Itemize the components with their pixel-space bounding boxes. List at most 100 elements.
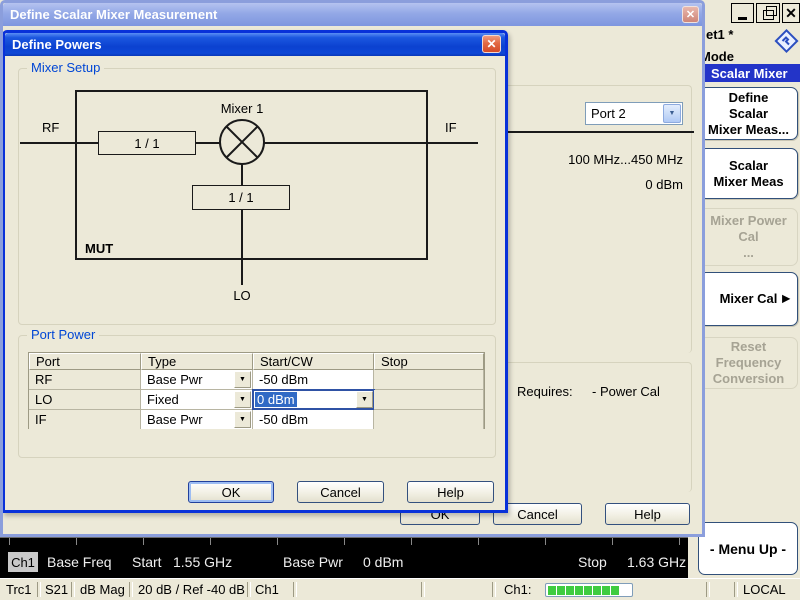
progress-segment <box>611 586 619 595</box>
separator <box>492 582 496 597</box>
close-icon: ✕ <box>785 6 797 20</box>
start-cw-field-if[interactable]: -50 dBm <box>253 410 374 429</box>
group-label: Port Power <box>27 328 99 342</box>
column-header-start-cw: Start/CW <box>253 353 374 370</box>
port-select-combobox[interactable]: Port 2 ▼ <box>585 102 683 125</box>
softkey-mixer-cal[interactable]: Mixer Cal ▶ <box>699 272 798 326</box>
base-pwr-label: Base Pwr <box>283 552 343 572</box>
minimize-button[interactable] <box>731 3 754 23</box>
close-window-button[interactable]: ✕ <box>682 6 699 23</box>
port-cell: IF <box>29 410 141 429</box>
table-row: IF Base Pwr ▼ -50 dBm <box>29 410 484 429</box>
softkey-label: Cal <box>738 229 758 245</box>
ok-button[interactable]: OK <box>188 481 274 503</box>
type-dropdown-if[interactable]: Base Pwr ▼ <box>141 410 253 429</box>
sweep-channel-label: Ch1: <box>504 582 531 598</box>
progress-segment <box>575 586 583 595</box>
chevron-down-icon[interactable]: ▼ <box>234 391 251 408</box>
start-label: Start <box>132 552 162 572</box>
separator <box>421 582 425 597</box>
s-parameter: S21 <box>45 582 68 598</box>
instrument-screen: ✕ et1 * Mode Scalar Mixer Define Scalar … <box>0 0 800 600</box>
softkey-label: Define <box>729 90 769 106</box>
dialog-titlebar: Define Powers ✕ <box>5 33 505 56</box>
progress-segment <box>593 586 601 595</box>
close-dialog-button[interactable]: ✕ <box>482 35 501 53</box>
close-icon: ✕ <box>686 8 695 21</box>
mixer-symbol-icon <box>218 118 266 166</box>
window-titlebar: Define Scalar Mixer Measurement <box>3 3 702 26</box>
if-port-label: IF <box>445 120 457 135</box>
mixer-name-label: Mixer 1 <box>198 101 286 116</box>
progress-segment <box>557 586 565 595</box>
port-power-table: Port Type Start/CW Stop RF Base Pwr ▼ -5… <box>28 352 485 429</box>
trace-status-bar: Trc1 S21 dB Mag 20 dB / Ref -40 dB Ch1 C… <box>0 578 800 600</box>
separator <box>37 582 41 597</box>
requires-value: - Power Cal <box>592 384 660 399</box>
softkey-label: Reset <box>731 339 766 355</box>
lo-signal-line <box>241 164 243 285</box>
menu-up-button[interactable]: - Menu Up - <box>698 522 798 575</box>
lo-port-label: LO <box>222 288 262 303</box>
dialog-title: Define Powers <box>12 37 102 52</box>
softkey-label: Mixer Meas <box>713 174 783 190</box>
channel-chip: Ch1 <box>8 552 38 572</box>
softkey-label: Mixer Cal <box>720 291 778 307</box>
requires-label: Requires: <box>517 384 573 399</box>
sweep-progress-track <box>545 583 633 597</box>
cancel-button[interactable]: Cancel <box>297 481 384 503</box>
softkey-label: Conversion <box>713 371 785 387</box>
mode-value: Scalar Mixer <box>711 66 788 81</box>
type-dropdown-lo[interactable]: Fixed ▼ <box>141 390 253 410</box>
softkey-label: Mixer Power <box>710 213 787 229</box>
trace-format: dB Mag <box>80 582 125 598</box>
start-cw-combobox-lo[interactable]: 0 dBm ▼ <box>252 389 375 410</box>
minimize-icon <box>738 17 747 20</box>
softkey-label: Frequency <box>716 355 782 371</box>
table-row: LO Fixed ▼ 0 dBm ▼ <box>29 390 484 410</box>
column-header-stop: Stop <box>374 353 484 370</box>
softkey-define-scalar-mixer-meas[interactable]: Define Scalar Mixer Meas... <box>699 87 798 140</box>
mut-label: MUT <box>85 241 113 256</box>
rf-port-label: RF <box>42 120 59 135</box>
trace-name: Trc1 <box>6 582 32 598</box>
stop-cell <box>374 370 484 390</box>
progress-segment <box>602 586 610 595</box>
rf-frequency-ratio: 1 / 1 <box>98 131 196 155</box>
stop-cell <box>374 410 484 429</box>
axis-ticks <box>9 538 685 545</box>
chevron-down-icon[interactable]: ▼ <box>356 391 373 408</box>
port-select-value: Port 2 <box>586 106 663 121</box>
setup-tab-label: et1 * <box>706 27 733 42</box>
trace-scale: 20 dB / Ref -40 dB <box>138 582 245 598</box>
help-button[interactable]: Help <box>407 481 494 503</box>
column-header-port: Port <box>29 353 141 370</box>
softkey-scalar-mixer-meas[interactable]: Scalar Mixer Meas <box>699 148 798 199</box>
restore-button[interactable] <box>756 3 780 23</box>
start-cw-field-rf[interactable]: -50 dBm <box>253 370 374 390</box>
close-window-button[interactable]: ✕ <box>782 3 800 23</box>
softkey-label: Scalar <box>729 158 768 174</box>
help-button[interactable]: Help <box>605 503 690 525</box>
dialog-body: Mixer Setup Mixer 1 RF IF 1 / 1 1 / 1 MU… <box>5 56 505 510</box>
port-cell: RF <box>29 370 141 390</box>
chevron-down-icon[interactable]: ▼ <box>234 411 251 428</box>
arrow-right-icon: ▶ <box>782 294 790 305</box>
type-dropdown-rf[interactable]: Base Pwr ▼ <box>141 370 253 390</box>
chevron-down-icon[interactable]: ▼ <box>234 371 251 388</box>
softkey-label: Mixer Meas... <box>708 122 789 138</box>
menu-up-label: - Menu Up - <box>710 541 786 557</box>
softkey-reset-frequency-conversion: Reset Frequency Conversion <box>699 337 798 389</box>
chevron-down-icon[interactable]: ▼ <box>663 104 681 123</box>
column-header-type: Type <box>141 353 253 370</box>
mode-label: Mode <box>700 49 734 64</box>
start-value: 1.55 GHz <box>173 552 232 572</box>
separator <box>247 582 251 597</box>
softkey-mixer-power-cal: Mixer Power Cal ... <box>699 208 798 266</box>
separator <box>71 582 75 597</box>
separator <box>734 582 738 597</box>
stop-label: Stop <box>578 552 607 572</box>
window-title: Define Scalar Mixer Measurement <box>10 7 217 22</box>
restore-icon <box>763 10 774 20</box>
close-icon: ✕ <box>486 37 496 51</box>
